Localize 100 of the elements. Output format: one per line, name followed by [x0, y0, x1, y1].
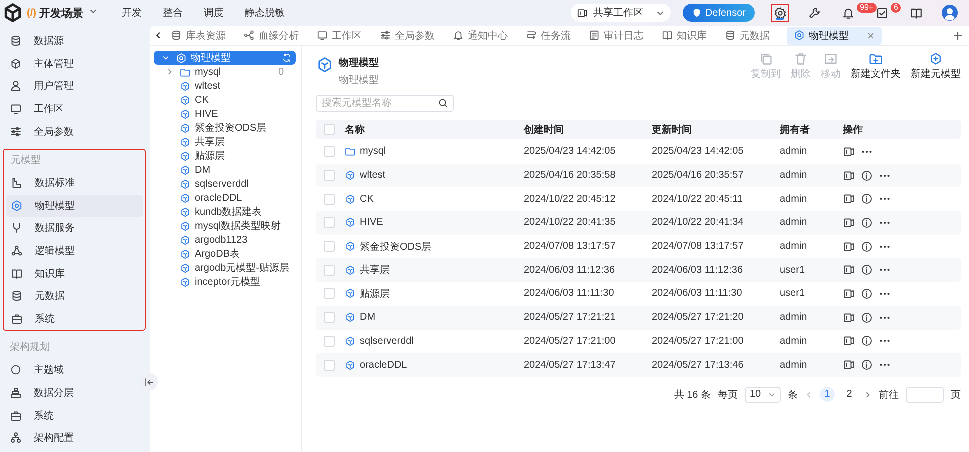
tab[interactable]: 库表资源: [164, 26, 233, 44]
table-cell-text: 2024/05/27 17:21:00: [652, 336, 745, 347]
sidebar-item[interactable]: 系统: [6, 308, 143, 330]
nav-link[interactable]: 开发: [122, 6, 142, 20]
table-cell-text: admin: [780, 241, 808, 252]
page-unit: 页: [951, 388, 961, 402]
table-cell-text: 贴源层: [360, 288, 390, 301]
tab[interactable]: 血缘分析: [237, 26, 306, 44]
table-cell-text: 2025/04/23 14:42:05: [652, 146, 745, 158]
table-cell-text: 2025/04/16 20:35:58: [524, 170, 617, 182]
section-title: 元模型: [10, 154, 42, 168]
sidebar-item[interactable]: 元数据: [6, 284, 143, 308]
sidebar-item[interactable]: 物理模型: [6, 194, 143, 218]
tree-node[interactable]: kundb数据建表: [154, 205, 296, 219]
page-button[interactable]: 1: [820, 387, 835, 402]
sidebar-item[interactable]: 全局参数: [5, 120, 144, 143]
sidebar-item[interactable]: 数据源: [5, 30, 144, 53]
table-cell-text: admin: [780, 170, 808, 182]
column-header: 更新时间: [652, 123, 693, 136]
table-cell: wltest: [360, 170, 386, 182]
tree-node[interactable]: oracleDDL: [154, 191, 296, 205]
table-cell-text: admin: [780, 194, 808, 205]
column-header: 名称: [345, 124, 366, 136]
tree-node[interactable]: ArgoDB表: [154, 247, 296, 261]
table-cell-text: 2024/05/27 17:21:21: [524, 312, 617, 324]
workspace-dropdown[interactable]: 共享工作区: [571, 4, 672, 22]
table-row[interactable]: sqlserverddl 2024/05/27 17:21:00 2024/05/27 17:21:00 admin: [316, 330, 961, 354]
table-cell-text: user1: [780, 288, 806, 300]
sidebar-item[interactable]: 架构配置: [5, 426, 144, 450]
toolbar-button[interactable]: 新建元模型: [911, 52, 961, 81]
table-cell-text: admin: [780, 360, 808, 371]
table-row[interactable]: 贴源层 2024/06/03 11:11:30 2024/06/03 11:11:30 user1: [316, 282, 961, 306]
tree-node[interactable]: mysql 0: [154, 65, 296, 79]
tree-node[interactable]: DM: [154, 163, 296, 177]
tree-node[interactable]: mysql数据类型映射: [154, 219, 296, 233]
search-field[interactable]: 搜索元模型名称: [316, 95, 454, 112]
table-cell-text: 2024/05/27 17:21:00: [524, 336, 617, 347]
table-cell-text: 2024/05/27 17:21:20: [652, 312, 745, 324]
total-count: 共 16 条: [674, 388, 711, 402]
table-cell-text: 2024/05/27 17:13:46: [652, 360, 745, 371]
table-cell-text: 2025/04/16 20:35:57: [652, 170, 745, 182]
table-cell-text: 2024/06/03 11:11:30: [652, 288, 744, 300]
sidebar-item[interactable]: 知识库: [6, 262, 143, 285]
nav-link[interactable]: 静态脱敏: [245, 6, 285, 20]
table-cell-text: admin: [780, 336, 808, 347]
nav-link[interactable]: 整合: [163, 6, 183, 20]
page-size-select[interactable]: 10: [745, 386, 781, 403]
table-row[interactable]: HIVE 2024/10/22 20:41:35 2024/10/22 20:41:34 admin: [316, 211, 961, 235]
table-cell-text: admin: [780, 217, 808, 228]
tree-node[interactable]: HIVE: [154, 107, 296, 121]
table-row[interactable]: wltest 2025/04/16 20:35:58 2025/04/16 20:35:57 admin: [316, 164, 961, 188]
tab[interactable]: 审计日志: [582, 26, 651, 44]
nav-link[interactable]: 调度: [204, 6, 224, 20]
table-row[interactable]: 紫金投资ODS层 2024/07/08 13:17:57 2024/07/08 13:17:57 admin: [316, 234, 961, 258]
table-cell-text: user1: [780, 264, 806, 276]
table-cell: oracleDDL: [360, 360, 408, 371]
table-row[interactable]: DM 2024/05/27 17:21:21 2024/05/27 17:21:20 admin: [316, 306, 961, 330]
sidebar-item[interactable]: 工作区: [5, 98, 144, 120]
sidebar-item[interactable]: 逻辑模型: [6, 240, 143, 262]
sidebar-item[interactable]: 数据分层: [5, 382, 144, 404]
tree-node[interactable]: inceptor元模型: [154, 275, 296, 289]
tree-node[interactable]: 共享层: [154, 135, 296, 149]
table-cell-text: 2024/10/22 20:41:34: [652, 217, 745, 228]
table-cell-text: admin: [780, 312, 808, 324]
table-cell: DM: [360, 312, 376, 324]
tree-node[interactable]: 紫金投资ODS层: [154, 121, 296, 135]
toolbar-button[interactable]: 新建文件夹: [851, 52, 901, 81]
tab[interactable]: 通知中心: [446, 26, 515, 44]
sidebar-item[interactable]: 用户管理: [5, 75, 144, 98]
table-row[interactable]: mysql 2025/04/23 14:42:05 2025/04/23 14:42:05 admin: [316, 140, 961, 164]
page-button[interactable]: 2: [842, 387, 857, 402]
table-cell-text: 2025/04/23 14:42:05: [524, 146, 617, 158]
tree-node[interactable]: argodb1123: [154, 233, 296, 247]
tree-node[interactable]: 贴源层: [154, 149, 296, 163]
table-cell-text: 2024/10/22 20:41:35: [524, 217, 617, 228]
scene-dropdown[interactable]: 开发场景: [39, 6, 98, 20]
tab[interactable]: 工作区: [310, 26, 369, 44]
tree-node[interactable]: argodb元模型-贴源层: [154, 261, 296, 275]
tab[interactable]: 任务流: [519, 26, 578, 44]
sidebar-item[interactable]: 数据标准: [6, 172, 143, 195]
sidebar-item[interactable]: 主体管理: [5, 52, 144, 76]
table-cell-text: admin: [780, 146, 808, 158]
sidebar-item[interactable]: 系统: [5, 404, 144, 427]
table-cell-text: 2024/07/08 13:17:57: [652, 241, 745, 252]
table-row[interactable]: CK 2024/10/22 20:45:12 2024/10/22 20:45:11 admin: [316, 187, 961, 212]
table-row[interactable]: oracleDDL 2024/05/27 17:13:47 2024/05/27 17:13:46 admin: [316, 353, 961, 377]
sidebar-item[interactable]: 主题域: [5, 359, 144, 382]
count-badge: 99+: [857, 3, 877, 13]
tab[interactable]: 物理模型: [787, 26, 882, 44]
table-row[interactable]: 共享层 2024/06/03 11:12:36 2024/06/03 11:12:36 user1: [316, 258, 961, 282]
tree-node[interactable]: 物理模型: [154, 51, 296, 65]
table-cell: sqlserverddl: [360, 336, 414, 347]
tree-node[interactable]: CK: [154, 93, 296, 107]
tree-node[interactable]: sqlserverddl: [154, 177, 296, 191]
tab[interactable]: 全局参数: [373, 26, 442, 44]
tab[interactable]: 知识库: [655, 26, 714, 44]
sidebar-item[interactable]: 数据服务: [6, 217, 143, 240]
table-cell-text: 紫金投资ODS层: [360, 240, 432, 254]
tab[interactable]: 元数据: [718, 26, 777, 44]
tree-node[interactable]: wltest: [154, 79, 296, 93]
